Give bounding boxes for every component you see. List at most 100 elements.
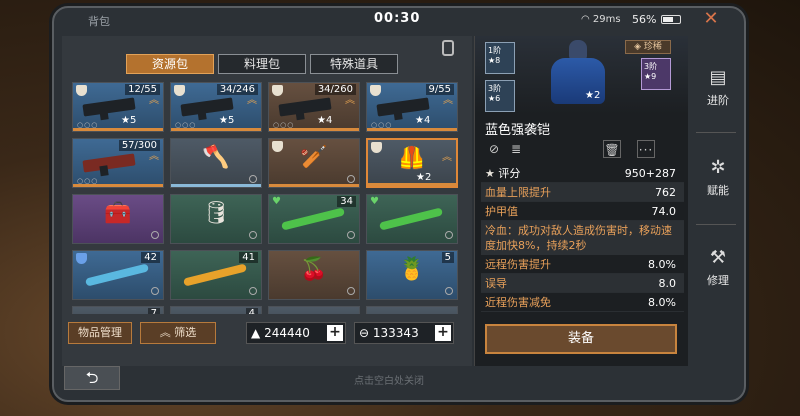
item-slot-rifle-4[interactable]: 9/55 ★4 ○○○ ︽	[366, 82, 458, 132]
stat-key: 护甲值	[485, 205, 518, 218]
item-slot-partial-3[interactable]	[268, 306, 360, 314]
skill-description: 冷血：成功对敌人造成伤害时，移动速度加快8%，持续2秒	[481, 221, 684, 255]
item-count: 9/55	[425, 84, 454, 95]
side-menu: ▤ 进阶 ✲ 赋能 ⚒ 修理	[690, 36, 742, 366]
stat-row: 血量上限提升 762	[481, 183, 684, 202]
mod-tag-2[interactable]: 3阶 ★6	[485, 80, 515, 112]
trash-icon[interactable]: 🗑	[603, 140, 621, 158]
item-grid[interactable]: 12/55 ★5 ○○○ ︽ 34/246 ★5 ○○○ ︽ 34/260 ★4 ○○○ ︽ 9/…	[70, 82, 462, 314]
back-icon: ⮌	[85, 368, 99, 387]
upgrade-icon: ︽	[345, 95, 355, 106]
durability-bar	[269, 128, 359, 131]
item-slot-bat[interactable]: 🏏	[268, 138, 360, 188]
item-slot-syringe-orange[interactable]: 41	[170, 250, 262, 300]
gear-icon	[249, 175, 257, 183]
item-slot-syringe-blue[interactable]: 42	[72, 250, 164, 300]
item-count: 57/300	[118, 140, 160, 151]
filter-button[interactable]: ︽ 筛选	[140, 322, 216, 344]
filter-label: 筛选	[174, 326, 197, 339]
mod-tag-1[interactable]: 1阶 ★8	[485, 42, 515, 74]
durability-bar	[171, 184, 261, 187]
item-slot-pineapple[interactable]: 🍍 5	[366, 250, 458, 300]
bookmark-icon[interactable]	[442, 40, 454, 56]
equip-button[interactable]: 装备	[485, 324, 677, 354]
wifi-icon: ◠ 29ms	[581, 14, 621, 25]
battery-icon	[661, 15, 681, 24]
durability-bar	[171, 128, 261, 131]
item-slot-armor-selected[interactable]: 🦺 ★2 ︽	[366, 138, 458, 188]
item-level-value: 4	[325, 115, 333, 126]
back-button[interactable]: ⮌	[64, 366, 120, 390]
upgrade-icon: ︽	[442, 152, 452, 163]
item-slot-rifle-3[interactable]: 34/260 ★4 ○○○ ︽	[268, 82, 360, 132]
mod-tag-3[interactable]: 3阶 ★9	[641, 58, 671, 90]
empower-button[interactable]: ✲ 赋能	[696, 146, 740, 216]
durability-bar	[73, 184, 163, 187]
add-currency-2-button[interactable]: +	[435, 325, 451, 341]
item-slot-axe[interactable]: 🪓	[170, 138, 262, 188]
add-currency-1-button[interactable]: +	[327, 325, 343, 341]
stat-row: 远程伤害提升 8.0%	[481, 255, 684, 274]
rarity-badge: ◈ 珍稀	[625, 40, 671, 54]
currency-1-icon: ▲	[251, 326, 261, 340]
tab-resource-pack[interactable]: 资源包	[126, 54, 214, 74]
item-portrait: 1阶 ★8 3阶 ★6 3阶 ★9 ◈ 珍稀 ★2	[475, 36, 688, 114]
filter-icon: ︽	[159, 326, 175, 339]
stat-key: 血量上限提升	[485, 186, 551, 199]
advance-button[interactable]: ▤ 进阶	[696, 56, 740, 126]
stat-key: 远程伤害提升	[485, 258, 551, 271]
item-slot-partial-2[interactable]: 4	[170, 306, 262, 314]
shield-icon	[370, 85, 381, 96]
item-management-button[interactable]: 物品管理	[68, 322, 132, 344]
stats-list[interactable]: ★ 评分 950+287 血量上限提升 762 护甲值 74.0 冷血：成功对敌人造成…	[481, 164, 684, 316]
item-slot-partial-1[interactable]: 7	[72, 306, 164, 314]
chest-icon: 🧰	[104, 201, 132, 226]
stat-value: 950+287	[624, 167, 676, 180]
rarity-label: 珍稀	[643, 42, 662, 52]
stat-value: 762	[655, 186, 676, 199]
durability-bar	[269, 184, 359, 187]
rifle-icon	[376, 97, 430, 117]
tab-food-pack[interactable]: 料理包	[218, 54, 306, 74]
currency-1: ▲ 244440 +	[246, 322, 346, 344]
item-level: ★2	[416, 172, 432, 183]
ping-label: 29ms	[592, 14, 621, 25]
item-count: 4	[245, 308, 258, 314]
close-icon[interactable]: ✕	[700, 8, 722, 30]
item-level: ★5	[121, 115, 137, 126]
item-slot-rifle-2[interactable]: 34/246 ★5 ○○○ ︽	[170, 82, 262, 132]
item-slot-syringe-green-2[interactable]: ♥	[366, 194, 458, 244]
tab-bar: 资源包 料理包 特殊道具	[126, 54, 398, 74]
rifle-icon	[278, 97, 332, 117]
mod-tier: 3阶	[488, 84, 502, 93]
item-level-value: 2	[424, 172, 432, 183]
stat-row: 护甲值 74.0	[481, 202, 684, 221]
item-slot-berries[interactable]: 🍒	[268, 250, 360, 300]
upgrade-icon: ︽	[247, 95, 257, 106]
shield-icon	[272, 85, 283, 96]
item-action-row: ⊘ ≣ 🗑 ···	[485, 140, 678, 160]
tab-special-items[interactable]: 特殊道具	[310, 54, 398, 74]
item-slot-rifle-1[interactable]: 12/55 ★5 ○○○ ︽	[72, 82, 164, 132]
advance-icon: ▤	[709, 67, 727, 88]
item-slot-canister[interactable]: 🛢	[170, 194, 262, 244]
repair-label: 修理	[707, 274, 729, 287]
item-slot-syringe-green-1[interactable]: ♥ 34	[268, 194, 360, 244]
currency-1-value: 244440	[264, 326, 310, 340]
rating-icon: ★	[485, 167, 499, 180]
item-slot-partial-4[interactable]	[366, 306, 458, 314]
syringe-icon	[378, 207, 444, 231]
clock: 00:30	[374, 11, 421, 26]
buff-icon: ≣	[510, 142, 522, 156]
stat-key: 近程伤害减免	[485, 296, 551, 309]
rifle-icon	[82, 97, 136, 117]
item-count: 5	[441, 252, 454, 263]
repair-button[interactable]: ⚒ 修理	[696, 236, 740, 306]
item-slot-chest[interactable]: 🧰	[72, 194, 164, 244]
stat-row-rating: ★ 评分 950+287	[481, 164, 684, 183]
rifle-icon	[180, 97, 234, 117]
stat-key: 误导	[485, 277, 507, 290]
gear-icon	[347, 231, 355, 239]
more-icon[interactable]: ···	[637, 140, 655, 158]
item-slot-red-rifle[interactable]: 57/300 ○○○ ︽	[72, 138, 164, 188]
